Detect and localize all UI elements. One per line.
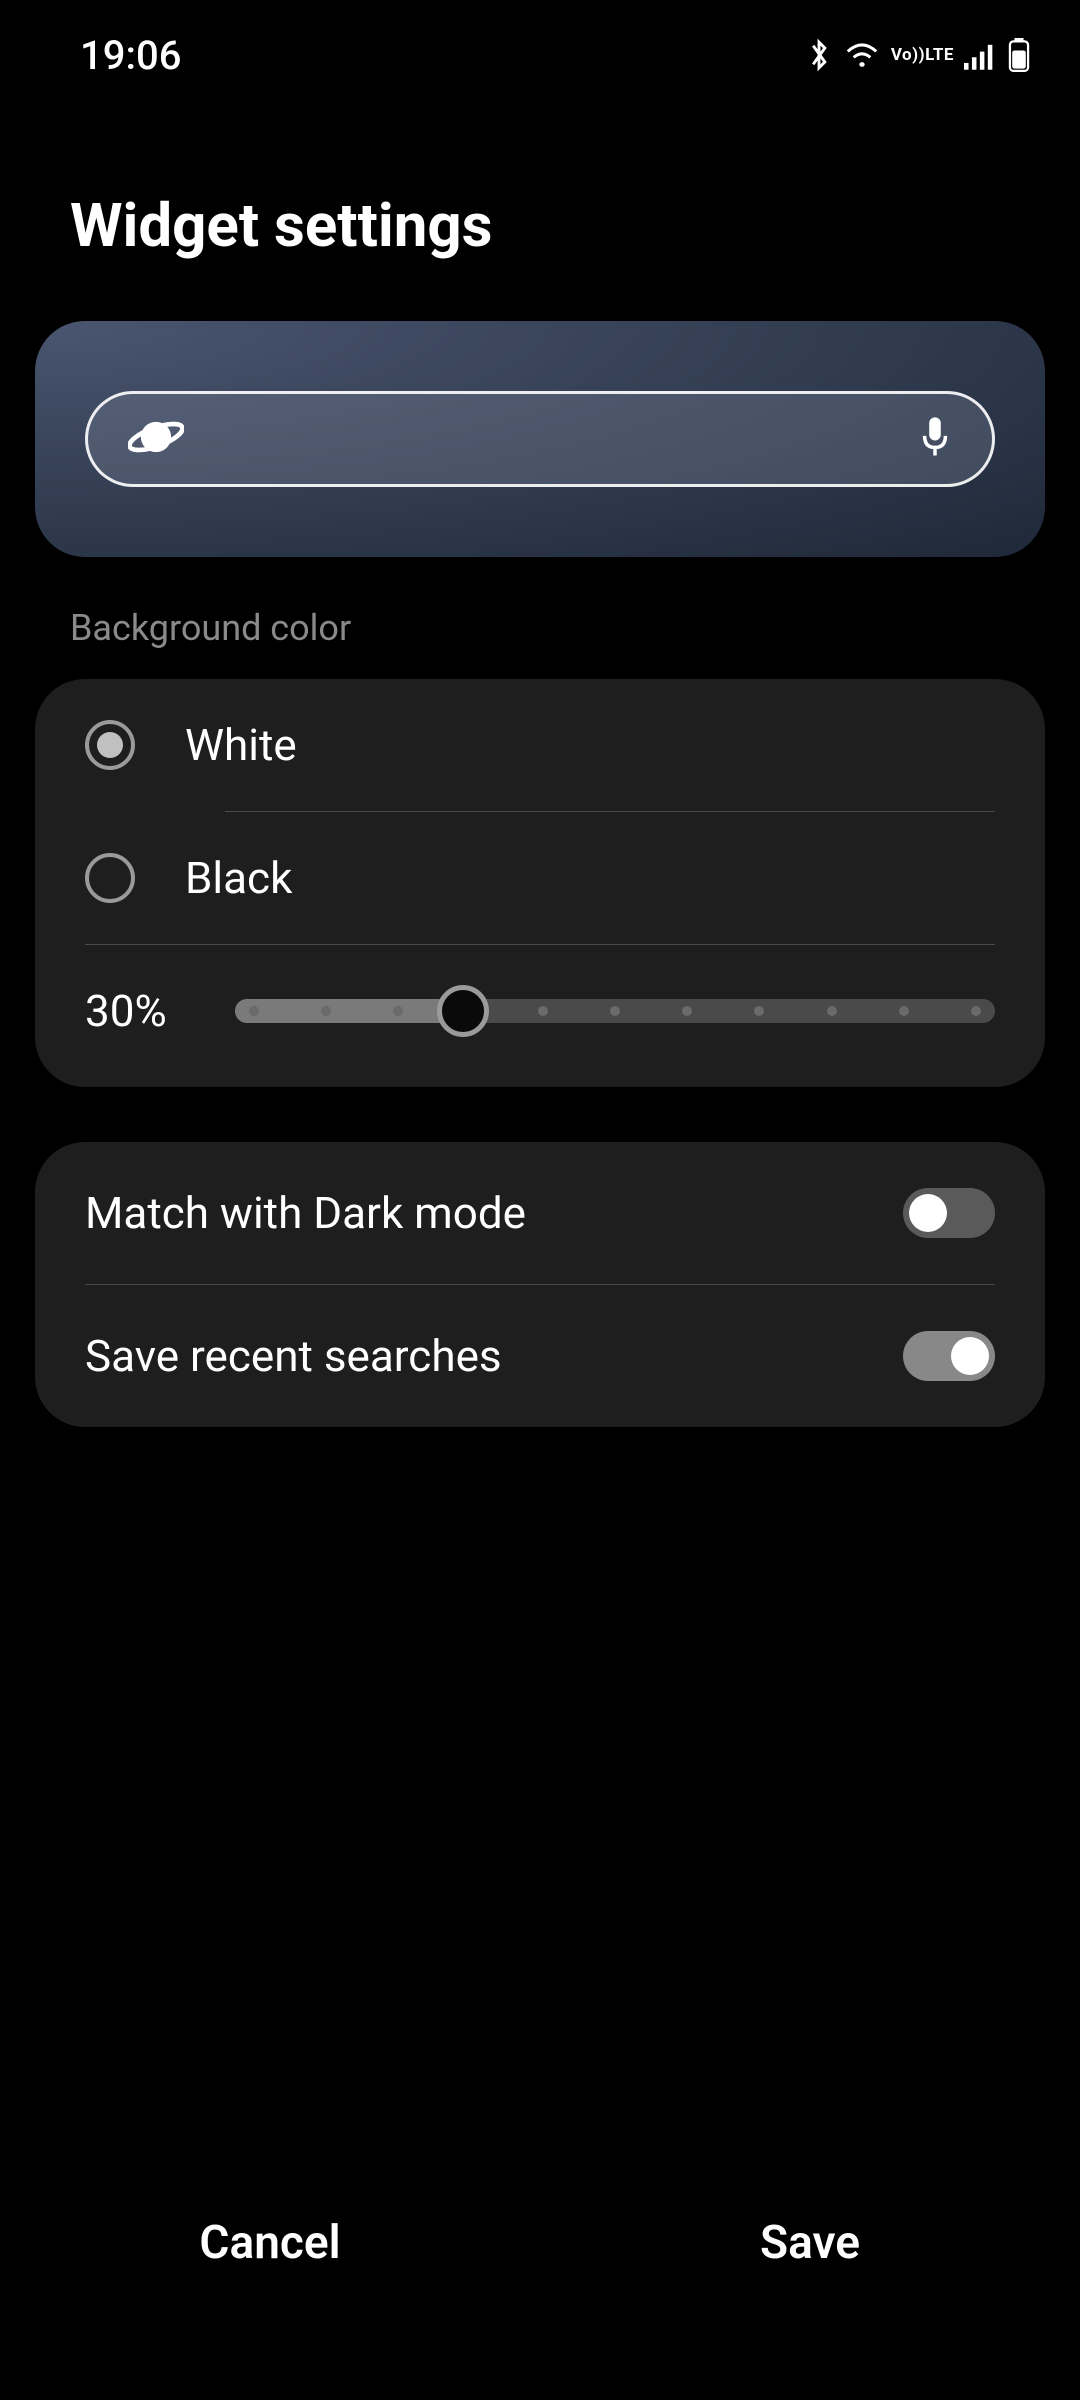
radio-black-label: Black [185, 852, 292, 904]
status-bar: 19:06 Vo)) LTE [0, 0, 1080, 90]
bluetooth-icon [805, 36, 833, 74]
dark-mode-toggle[interactable] [903, 1188, 995, 1238]
opacity-slider[interactable] [235, 999, 995, 1023]
background-color-card: White Black 30% [35, 679, 1045, 1087]
planet-icon [128, 409, 184, 469]
microphone-icon [918, 415, 952, 463]
status-time: 19:06 [80, 32, 181, 79]
dark-mode-label: Match with Dark mode [85, 1187, 526, 1239]
opacity-slider-row: 30% [35, 945, 1045, 1087]
opacity-value: 30% [85, 985, 195, 1037]
wifi-icon [843, 40, 881, 70]
cancel-button[interactable]: Cancel [0, 2186, 540, 2300]
recent-searches-row[interactable]: Save recent searches [35, 1285, 1045, 1427]
status-icons: Vo)) LTE [805, 36, 1030, 74]
slider-thumb[interactable] [437, 985, 489, 1037]
background-color-label: Background color [0, 557, 1080, 679]
search-bar-preview [85, 391, 995, 487]
save-button[interactable]: Save [540, 2186, 1080, 2300]
dark-mode-row[interactable]: Match with Dark mode [35, 1142, 1045, 1284]
radio-white-label: White [185, 719, 297, 771]
radio-white-indicator [85, 720, 135, 770]
widget-preview [35, 321, 1045, 557]
signal-icon [964, 40, 998, 70]
switches-card: Match with Dark mode Save recent searche… [35, 1142, 1045, 1427]
slider-fill [235, 999, 463, 1023]
radio-black-indicator [85, 853, 135, 903]
page-title: Widget settings [0, 90, 1080, 321]
radio-option-black[interactable]: Black [35, 812, 1045, 944]
bottom-bar: Cancel Save [0, 2186, 1080, 2300]
battery-icon [1008, 38, 1030, 72]
recent-searches-toggle[interactable] [903, 1331, 995, 1381]
network-type: Vo)) LTE [891, 47, 954, 64]
recent-searches-label: Save recent searches [85, 1330, 502, 1382]
radio-option-white[interactable]: White [35, 679, 1045, 811]
